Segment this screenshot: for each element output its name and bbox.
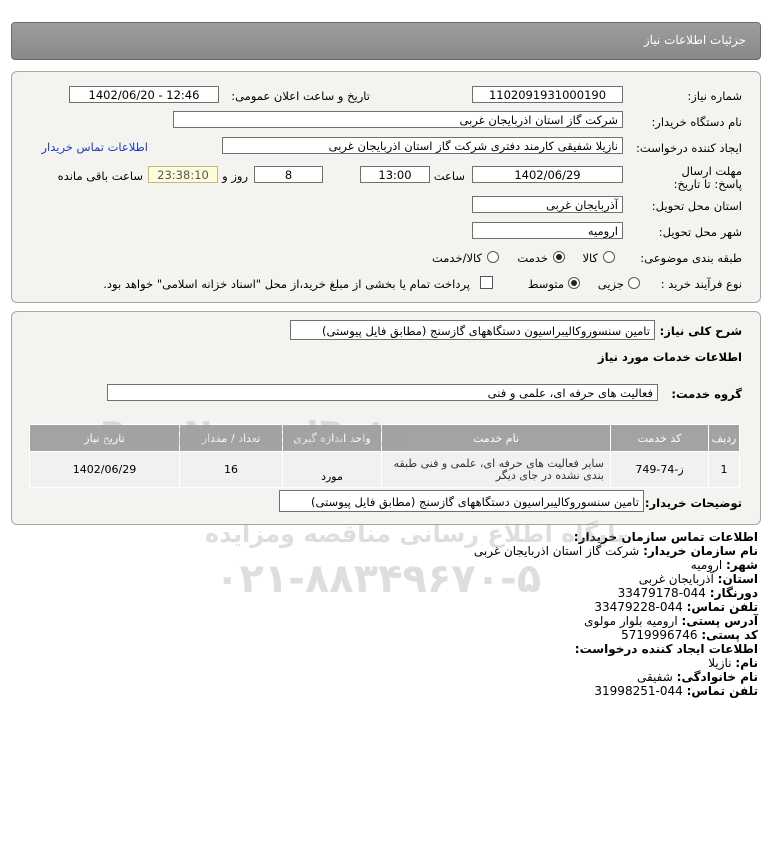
col-header-date: تاریخ نیاز [29, 424, 180, 452]
province-label: استان محل تحویل: [651, 199, 742, 213]
contact-province: استان: آذربایجان غربی [638, 572, 758, 586]
page-title: جزئیات اطلاعات نیاز [643, 33, 746, 47]
buyer-notes-field[interactable]: تامین سنسوروکالیبراسیون دستگاههای گازسنج… [279, 490, 644, 512]
service-group-label: گروه خدمت: [671, 387, 742, 401]
need-description-field[interactable]: تامین سنسوروکالیبراسیون دستگاههای گازسنج… [290, 320, 655, 340]
category-goods-label: کالا [582, 251, 598, 265]
contact-fax: دورنگار: 044-33479178 [617, 586, 758, 600]
col-header-index: ردیف [708, 424, 740, 452]
col-header-code: کد خدمت [610, 424, 709, 452]
city-label: شهر محل تحویل: [658, 225, 742, 239]
treasury-payment-note: پرداخت تمام یا بخشی از مبلغ خرید،از محل … [103, 277, 470, 291]
watermark-phone: ۰۲۱-۸۸۳۴۹۶۷۰-۵ [215, 556, 542, 602]
deadline-label: مهلت ارسال پاسخ: تا تاریخ: [673, 164, 742, 191]
announce-date-field[interactable]: 1402/06/20 - 12:46 [69, 86, 219, 103]
need-number-label: شماره نیاز: [687, 89, 742, 103]
row-unit: مورد [282, 451, 382, 488]
contact-postal-code: کد پستی: 5719996746 [621, 628, 758, 642]
page-header: جزئیات اطلاعات نیاز [11, 22, 761, 60]
creator-field[interactable]: نازیلا شفیقی کارمند دفتری شرکت گاز استان… [222, 137, 623, 154]
process-type-label: نوع فرآیند خرید : [660, 277, 742, 291]
creator-last-name: نام خانوادگی: شفیقی [636, 670, 758, 684]
table-header-row: ردیف کد خدمت نام خدمت واحد اندازه گیری ت… [29, 424, 740, 452]
col-header-unit: واحد اندازه گیری [282, 424, 382, 452]
contact-phone: تلفن تماس: 044-33479228 [594, 600, 758, 614]
remaining-time-label: ساعت باقی مانده [57, 169, 143, 183]
row-service-name: سایر فعالیت های حرفه ای، علمی و فنی طبقه… [381, 451, 611, 488]
row-index: 1 [708, 451, 740, 488]
remaining-time-field: 23:38:10 [148, 166, 218, 183]
category-goods-service-label: کالا/خدمت [431, 251, 482, 265]
creator-phone: تلفن تماس: 044-31998251 [594, 684, 758, 698]
category-label: طبقه بندی موضوعی: [640, 251, 742, 265]
days-label: روز و [222, 169, 248, 183]
contact-title: اطلاعات تماس سازمان خریدار: [573, 530, 758, 544]
announce-date-label: تاریخ و ساعت اعلان عمومی: [231, 89, 370, 103]
province-field[interactable]: آذربایجان غربی [472, 196, 623, 213]
contact-city: شهر: ارومیه [690, 558, 758, 572]
creator-first-name: نام: نازیلا [708, 656, 758, 670]
process-medium-radio[interactable] [568, 277, 580, 289]
col-header-name: نام خدمت [381, 424, 611, 452]
category-goods-radio[interactable] [603, 251, 615, 263]
process-minor-label: جزیی [597, 277, 624, 291]
deadline-time-field[interactable]: 13:00 [360, 166, 430, 183]
category-service-radio[interactable] [553, 251, 565, 263]
category-service-label: خدمت [517, 251, 548, 265]
creator-info-title: اطلاعات ایجاد کننده درخواست: [574, 642, 758, 656]
services-section-title: اطلاعات خدمات مورد نیاز [598, 350, 742, 364]
need-description-label: شرح کلی نیاز: [659, 324, 742, 338]
contact-address: آدرس پستی: ارومیه بلوار مولوی [584, 614, 758, 628]
row-date: 1402/06/29 [29, 451, 180, 488]
need-number-field[interactable]: 1102091931000190 [472, 86, 623, 103]
buyer-contact-link[interactable]: اطلاعات تماس خریدار [41, 140, 148, 154]
creator-label: ایجاد کننده درخواست: [636, 141, 742, 155]
table-row[interactable]: 1 ز-74-749 سایر فعالیت های حرفه ای، علمی… [29, 451, 740, 488]
process-minor-radio[interactable] [628, 277, 640, 289]
treasury-payment-checkbox[interactable] [480, 276, 493, 289]
row-qty: 16 [179, 451, 283, 488]
buyer-name-label: نام دستگاه خریدار: [651, 115, 742, 129]
buyer-name-field[interactable]: شرکت گاز استان اذربایجان غربی [173, 111, 623, 128]
process-medium-label: متوسط [527, 277, 564, 291]
city-field[interactable]: ارومیه [472, 222, 623, 239]
contact-org: نام سازمان خریدار: شرکت گاز استان اذربای… [473, 544, 758, 558]
days-remaining-field[interactable]: 8 [254, 166, 323, 183]
deadline-date-field[interactable]: 1402/06/29 [472, 166, 623, 183]
need-info-panel [11, 71, 761, 303]
buyer-notes-label: توضیحات خریدار: [644, 496, 742, 510]
deadline-time-label: ساعت [433, 169, 465, 183]
row-code: ز-74-749 [610, 451, 709, 488]
services-table: ردیف کد خدمت نام خدمت واحد اندازه گیری ت… [29, 424, 740, 488]
service-group-field[interactable]: فعالیت های حرفه ای، علمی و فنی [107, 384, 658, 401]
category-goods-service-radio[interactable] [487, 251, 499, 263]
col-header-qty: تعداد / مقدار [179, 424, 283, 452]
